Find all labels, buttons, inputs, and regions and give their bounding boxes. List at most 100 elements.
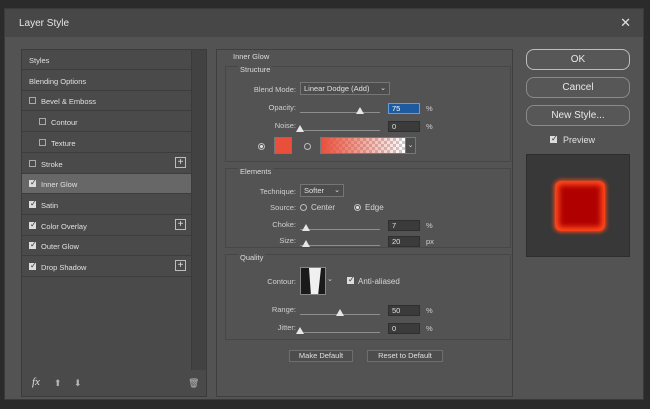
contour-picker[interactable]	[300, 267, 326, 295]
add-effect-icon[interactable]: +	[175, 218, 186, 230]
gradient-dropdown-arrow[interactable]: ⌄	[406, 137, 416, 154]
title-bar[interactable]: Layer Style ✕	[5, 9, 643, 37]
quality-group: Quality Contour: ⌄ Anti-aliased Range: 5…	[225, 253, 511, 340]
styles-list-checkbox[interactable]	[29, 97, 36, 105]
opacity-field[interactable]: 75	[388, 103, 420, 114]
source-edge-radio[interactable]	[354, 204, 361, 211]
styles-list-label: Contour	[51, 118, 78, 128]
choke-label: Choke:	[272, 220, 296, 229]
styles-list-label: Outer Glow	[41, 242, 79, 252]
fx-icon[interactable]: fx	[32, 376, 40, 388]
styles-list-checkbox[interactable]	[29, 220, 37, 229]
technique-dropdown[interactable]: Softer ⌄	[300, 184, 344, 197]
styles-list-checkbox[interactable]	[29, 261, 37, 270]
styles-list-label: Inner Glow	[41, 180, 78, 190]
size-field[interactable]: 20	[388, 236, 420, 247]
ok-button[interactable]: OK	[526, 49, 630, 70]
contour-dropdown-arrow[interactable]: ⌄	[327, 267, 335, 295]
jitter-slider-track[interactable]	[300, 332, 380, 333]
noise-label: Noise:	[274, 121, 296, 130]
noise-field[interactable]: 0	[388, 121, 420, 132]
reset-to-default-button[interactable]: Reset to Default	[367, 350, 443, 362]
styles-list-checkbox[interactable]	[39, 138, 46, 146]
blend-mode-label: Blend Mode:	[253, 85, 296, 94]
styles-list-checkbox[interactable]	[29, 178, 37, 188]
opacity-slider-track[interactable]	[300, 112, 380, 113]
preview-checkbox[interactable]	[550, 134, 558, 143]
add-effect-icon[interactable]: +	[175, 260, 186, 271]
source-center-label: Center	[311, 203, 336, 212]
styles-list-item[interactable]: Outer Glow	[22, 236, 192, 257]
styles-list-item[interactable]: Drop Shadow +	[22, 257, 192, 277]
elements-group: Elements Technique: Softer ⌄ Source: Cen…	[225, 167, 511, 248]
noise-slider-thumb[interactable]	[296, 125, 304, 132]
styles-list-label: Stroke	[41, 159, 63, 169]
range-field[interactable]: 50	[388, 305, 420, 316]
styles-list-checkbox[interactable]	[39, 118, 46, 126]
styles-list-item[interactable]: Styles	[22, 50, 192, 70]
styles-list-item[interactable]: Color Overlay +	[22, 216, 192, 236]
range-label: Range:	[271, 305, 296, 314]
styles-list-panel: Styles Blending Options Bevel & Emboss Cont…	[21, 49, 207, 397]
source-label: Source:	[270, 203, 296, 212]
source-edge-label: Edge	[365, 203, 384, 212]
choke-unit: %	[426, 221, 433, 230]
size-slider-thumb[interactable]	[302, 240, 311, 247]
add-effect-icon[interactable]: +	[175, 156, 186, 168]
styles-list-checkbox[interactable]	[29, 159, 36, 167]
make-default-button[interactable]: Make Default	[289, 350, 353, 362]
arrow-up-icon[interactable]: ⬆	[54, 378, 62, 389]
range-slider-thumb[interactable]	[336, 309, 344, 316]
cancel-button[interactable]: Cancel	[526, 77, 630, 98]
technique-value: Softer	[304, 186, 325, 195]
chevron-down-icon: ⌄	[334, 187, 340, 194]
range-unit: %	[426, 306, 433, 315]
styles-list-label: Texture	[51, 138, 76, 148]
gradient-radio[interactable]	[304, 143, 311, 150]
color-radio[interactable]	[258, 143, 265, 150]
styles-list-item[interactable]: Bevel & Emboss	[22, 91, 192, 112]
source-center-radio[interactable]	[300, 204, 307, 211]
styles-list-label: Blending Options	[29, 76, 87, 86]
styles-list-label: Drop Shadow	[41, 263, 87, 272]
styles-list-item[interactable]: Satin	[22, 195, 192, 215]
styles-list-item[interactable]: Blending Options	[22, 71, 192, 91]
styles-list-item[interactable]: Contour	[22, 112, 192, 133]
dialog-title: Layer Style	[19, 18, 70, 29]
blend-mode-dropdown[interactable]: Linear Dodge (Add) ⌄	[300, 82, 390, 95]
choke-field[interactable]: 7	[388, 220, 420, 231]
choke-slider-track[interactable]	[300, 229, 380, 230]
anti-aliased-checkbox[interactable]	[347, 275, 355, 284]
trash-icon[interactable]: 🗑	[188, 378, 199, 389]
inner-glow-panel: Inner Glow Structure Blend Mode: Linear …	[216, 49, 513, 397]
contour-label: Contour:	[267, 277, 296, 286]
new-style-button[interactable]: New Style...	[526, 105, 630, 126]
opacity-slider-thumb[interactable]	[356, 107, 364, 114]
glow-color-swatch[interactable]	[274, 137, 292, 154]
styles-list-item[interactable]: Texture	[22, 133, 192, 153]
choke-slider-thumb[interactable]	[301, 224, 310, 231]
styles-list-item[interactable]: Inner Glow	[22, 174, 192, 195]
styles-list-scrollbar[interactable]	[191, 50, 206, 370]
jitter-unit: %	[426, 324, 433, 333]
technique-label: Technique:	[259, 187, 296, 196]
size-slider-track[interactable]	[300, 245, 380, 246]
blend-mode-value: Linear Dodge (Add)	[304, 84, 370, 93]
anti-aliased-label: Anti-aliased	[358, 277, 400, 286]
chevron-down-icon: ⌄	[407, 142, 414, 149]
size-label: Size:	[279, 236, 296, 245]
glow-gradient-picker[interactable]	[320, 137, 406, 154]
styles-list-checkbox[interactable]	[29, 199, 37, 208]
styles-list-item[interactable]: Stroke +	[22, 154, 192, 174]
chevron-down-icon: ⌄	[380, 85, 386, 92]
close-icon[interactable]: ✕	[620, 15, 631, 31]
arrow-down-icon[interactable]: ⬇	[74, 378, 82, 389]
styles-list-label: Bevel & Emboss	[41, 97, 97, 107]
jitter-label: Jitter:	[277, 323, 296, 332]
quality-title: Quality	[238, 253, 266, 262]
styles-list-checkbox[interactable]	[29, 240, 37, 250]
jitter-slider-thumb[interactable]	[296, 327, 304, 334]
noise-slider-track[interactable]	[300, 130, 380, 131]
jitter-field[interactable]: 0	[388, 323, 420, 334]
opacity-unit: %	[426, 104, 433, 113]
